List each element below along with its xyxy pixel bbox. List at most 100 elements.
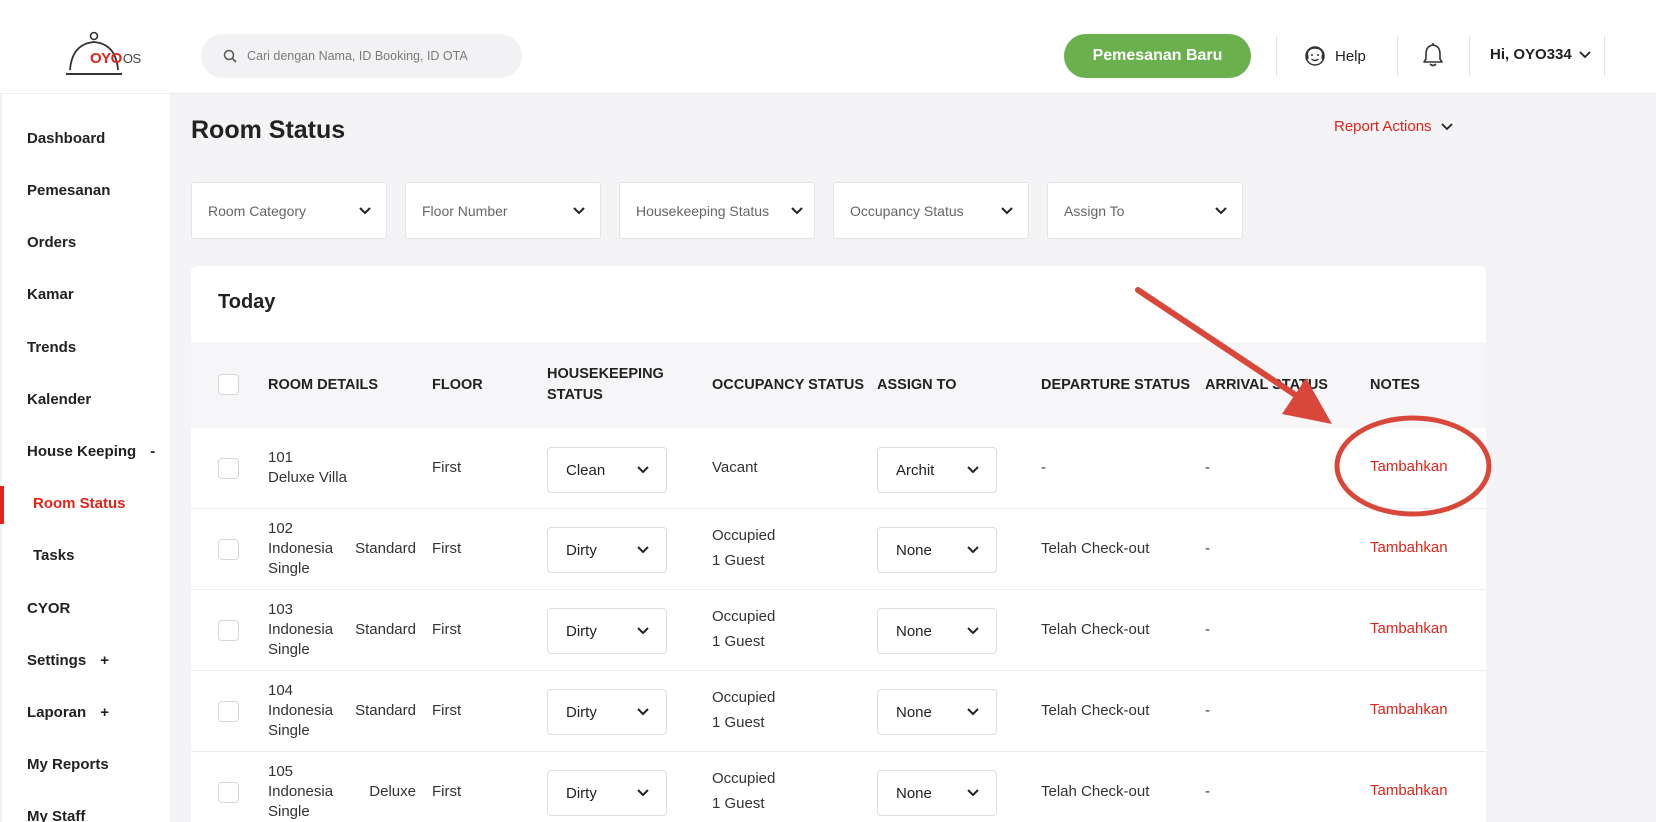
room-name: Deluxe Villa [268, 469, 347, 486]
chevron-down-icon [967, 466, 979, 474]
column-header-housekeeping[interactable]: HOUSEKEEPING STATUS [547, 364, 664, 406]
column-header-notes[interactable]: NOTES [1370, 375, 1420, 396]
chevron-down-icon [573, 206, 585, 214]
occupancy-status: Occupied 1 Guest [712, 685, 775, 735]
filter-label: Housekeeping Status [636, 202, 770, 219]
column-header-room-details[interactable]: ROOM DETAILS [268, 375, 378, 396]
occupancy-status: Occupied 1 Guest [712, 766, 775, 816]
room-details: 103 Indonesia Standard Single [268, 600, 416, 660]
sidebar-edge [0, 94, 2, 822]
sidebar-item-trends[interactable]: Trends [27, 339, 76, 356]
housekeeping-status-dropdown[interactable]: Clean [547, 447, 667, 493]
add-note-link[interactable]: Tambahkan [1370, 539, 1448, 556]
assign-to-dropdown[interactable]: None [877, 770, 997, 816]
row-checkbox[interactable] [218, 701, 239, 722]
arrival-status: - [1205, 702, 1210, 719]
filter-housekeeping-status[interactable]: Housekeeping Status [619, 182, 815, 239]
dropdown-value: Clean [566, 461, 606, 479]
dropdown-value: Dirty [566, 784, 597, 802]
filter-occupancy-status[interactable]: Occupancy Status [833, 182, 1029, 239]
column-header-assign-to[interactable]: ASSIGN TO [877, 375, 957, 396]
filter-room-category[interactable]: Room Category [191, 182, 387, 239]
column-header-floor[interactable]: FLOOR [432, 375, 483, 396]
chevron-down-icon [967, 546, 979, 554]
sidebar-item-tasks[interactable]: Tasks [33, 547, 74, 564]
room-number: 101 [268, 449, 294, 466]
room-number: 105 [268, 763, 294, 780]
dropdown-value: Dirty [566, 541, 597, 559]
assign-to-dropdown[interactable]: Archit [877, 447, 997, 493]
sidebar-item-my-reports[interactable]: My Reports [27, 756, 109, 773]
bell-icon[interactable] [1421, 42, 1445, 68]
report-actions-dropdown[interactable]: Report Actions [1334, 118, 1454, 135]
column-header-arrival[interactable]: ARRIVAL STATUS [1205, 375, 1328, 396]
floor-value: First [432, 459, 462, 476]
chevron-down-icon [967, 789, 979, 797]
add-note-link[interactable]: Tambahkan [1370, 701, 1448, 718]
column-header-occupancy[interactable]: OCCUPANCY STATUS [712, 375, 864, 396]
sidebar-item-room-status[interactable]: Room Status [33, 495, 126, 512]
room-number: 103 [268, 601, 294, 618]
expand-toggle[interactable]: + [100, 652, 109, 669]
sidebar-item-house-keeping[interactable]: House Keeping - [27, 443, 155, 460]
logo-wordmark: OYO [90, 50, 122, 67]
help-icon [1305, 46, 1325, 66]
filter-assign-to[interactable]: Assign To [1047, 182, 1243, 239]
select-all-checkbox[interactable] [218, 374, 239, 395]
logo-suffix: OS [122, 51, 141, 66]
arrival-status: - [1205, 783, 1210, 800]
row-checkbox[interactable] [218, 458, 239, 479]
guest-count: 1 Guest [712, 633, 765, 650]
search-input[interactable] [247, 34, 512, 78]
occupancy-value: Occupied [712, 689, 776, 706]
sidebar-item-kamar[interactable]: Kamar [27, 286, 74, 303]
help-button[interactable]: Help [1303, 44, 1366, 68]
row-checkbox[interactable] [218, 539, 239, 560]
housekeeping-status-dropdown[interactable]: Dirty [547, 689, 667, 735]
assign-to-dropdown[interactable]: None [877, 689, 997, 735]
column-header-departure[interactable]: DEPARTURE STATUS [1041, 375, 1190, 396]
sidebar-item-cyor[interactable]: CYOR [27, 600, 70, 617]
sidebar: Dashboard Pemesanan Orders Kamar Trends … [0, 94, 170, 822]
filter-floor-number[interactable]: Floor Number [405, 182, 601, 239]
departure-status: Telah Check-out [1041, 621, 1150, 638]
filter-label: Floor Number [422, 202, 508, 219]
user-menu[interactable]: Hi, OYO334 [1490, 46, 1592, 63]
assign-to-dropdown[interactable]: None [877, 608, 997, 654]
sidebar-item-pemesanan[interactable]: Pemesanan [27, 182, 110, 199]
add-note-link[interactable]: Tambahkan [1370, 620, 1448, 637]
sidebar-item-settings[interactable]: Settings + [27, 652, 109, 669]
expand-toggle[interactable]: + [100, 704, 109, 721]
sidebar-item-my-staff[interactable]: My Staff [27, 808, 85, 822]
main-content: Room Status Report Actions Room Category… [170, 94, 1656, 822]
floor-value: First [432, 783, 462, 800]
row-checkbox[interactable] [218, 782, 239, 803]
housekeeping-status-dropdown[interactable]: Dirty [547, 527, 667, 573]
sidebar-item-label: Settings [27, 652, 87, 669]
row-checkbox[interactable] [218, 620, 239, 641]
add-note-link[interactable]: Tambahkan [1370, 782, 1448, 799]
new-booking-button[interactable]: Pemesanan Baru [1064, 34, 1251, 78]
housekeeping-status-dropdown[interactable]: Dirty [547, 770, 667, 816]
search-icon [223, 49, 237, 63]
oyo-logo[interactable]: OYOOS [62, 30, 162, 80]
dropdown-value: Dirty [566, 703, 597, 721]
departure-status: Telah Check-out [1041, 702, 1150, 719]
occupancy-status: Occupied 1 Guest [712, 604, 775, 654]
section-title: Today [218, 291, 276, 313]
sidebar-item-dashboard[interactable]: Dashboard [27, 130, 105, 147]
collapse-toggle[interactable]: - [150, 443, 155, 460]
add-note-link[interactable]: Tambahkan [1370, 458, 1448, 475]
occupancy-value: Occupied [712, 770, 776, 787]
header-divider [1276, 36, 1277, 76]
assign-to-dropdown[interactable]: None [877, 527, 997, 573]
housekeeping-status-dropdown[interactable]: Dirty [547, 608, 667, 654]
room-details: 101 Deluxe Villa [268, 448, 416, 488]
sidebar-item-orders[interactable]: Orders [27, 234, 76, 251]
chevron-down-icon [967, 708, 979, 716]
sidebar-item-kalender[interactable]: Kalender [27, 391, 91, 408]
user-greeting: Hi, OYO334 [1490, 46, 1572, 63]
sidebar-item-label: Laporan [27, 704, 87, 721]
sidebar-item-laporan[interactable]: Laporan + [27, 704, 109, 721]
room-details: 102 Indonesia Standard Single [268, 519, 416, 579]
